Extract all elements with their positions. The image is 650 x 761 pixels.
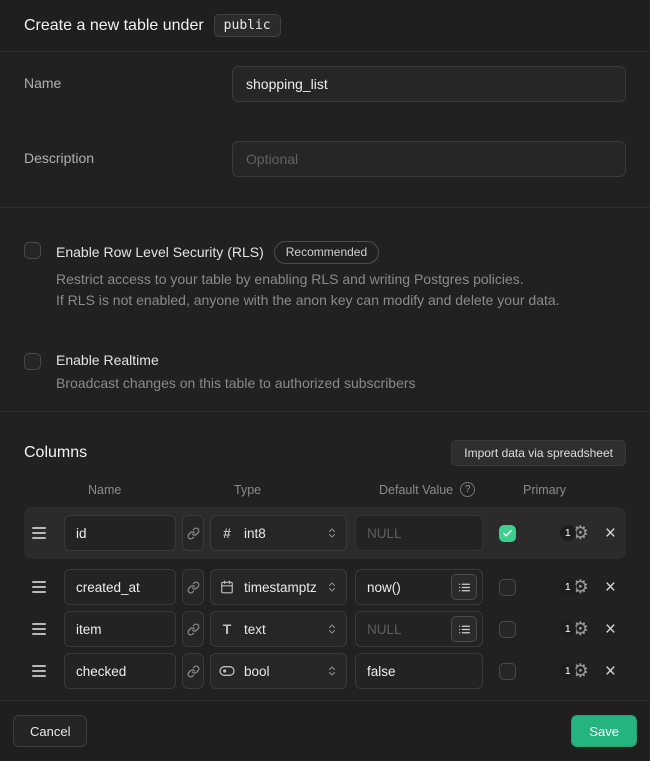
rls-checkbox[interactable] (24, 242, 41, 259)
schema-badge: public (214, 14, 281, 37)
dialog-header: Create a new table under public (0, 0, 650, 52)
drag-handle-icon[interactable] (32, 581, 46, 593)
rls-description: Restrict access to your table by enablin… (56, 269, 560, 311)
column-row-checked: bool 1 ⚙ × (24, 653, 626, 689)
primary-checkbox[interactable] (499, 663, 516, 680)
columns-section: Columns Import data via spreadsheet Name… (0, 412, 650, 701)
column-row-created-at: timestamptz 1 ⚙ × (24, 569, 626, 605)
settings-count-badge: 1 (560, 621, 576, 637)
primary-checkbox[interactable] (499, 525, 516, 542)
column-settings-button[interactable]: 1 ⚙ (560, 662, 589, 681)
default-value-field (355, 611, 483, 647)
settings-count-badge: 1 (560, 663, 576, 679)
realtime-checkbox[interactable] (24, 353, 41, 370)
settings-count-badge: 1 (560, 525, 576, 541)
column-settings-button[interactable]: 1 ⚙ (560, 578, 589, 597)
cancel-button[interactable]: Cancel (13, 715, 87, 747)
chevron-up-down-icon (326, 526, 338, 540)
header-default: Default Value ? (379, 482, 523, 497)
column-settings-button[interactable]: 1 ⚙ (560, 620, 589, 639)
primary-checkbox[interactable] (499, 579, 516, 596)
column-settings-button[interactable]: 1 ⚙ (560, 524, 589, 543)
column-type-select[interactable]: # int8 (210, 515, 347, 551)
default-value-input[interactable] (367, 622, 451, 637)
create-table-dialog: Create a new table under public Name Des… (0, 0, 650, 761)
save-button[interactable]: Save (571, 715, 637, 747)
hash-icon: # (219, 525, 235, 541)
import-spreadsheet-button[interactable]: Import data via spreadsheet (451, 440, 626, 466)
column-name-input[interactable] (64, 653, 176, 689)
remove-column-icon[interactable]: × (603, 620, 618, 639)
basic-info-section: Name Description (0, 52, 650, 208)
table-name-input[interactable] (232, 66, 626, 102)
foreign-key-link-icon[interactable] (182, 569, 204, 605)
drag-handle-icon[interactable] (32, 665, 46, 677)
drag-handle-icon[interactable] (32, 527, 46, 539)
column-name-input[interactable] (64, 515, 176, 551)
column-row-item: T text 1 ⚙ (24, 611, 626, 647)
dialog-footer: Cancel Save (0, 701, 650, 761)
chevron-up-down-icon (326, 664, 338, 678)
column-type-select[interactable]: bool (210, 653, 347, 689)
chevron-up-down-icon (326, 580, 338, 594)
realtime-label: Enable Realtime (56, 352, 159, 368)
default-options-menu-icon[interactable] (451, 574, 477, 600)
default-value-field (355, 569, 483, 605)
calendar-icon (219, 580, 235, 594)
foreign-key-link-icon[interactable] (182, 515, 204, 551)
rls-toggle-block: Enable Row Level Security (RLS) Recommen… (24, 241, 626, 311)
table-description-input[interactable] (232, 141, 626, 177)
remove-column-icon[interactable]: × (603, 524, 618, 543)
recommended-badge: Recommended (274, 241, 379, 264)
description-row: Description (24, 141, 626, 177)
name-label: Name (24, 66, 232, 91)
realtime-description: Broadcast changes on this table to autho… (56, 373, 416, 394)
columns-grid-headers: Name Type Default Value ? Primary (24, 482, 626, 497)
default-value-field (355, 653, 483, 689)
foreign-key-link-icon[interactable] (182, 653, 204, 689)
toggle-icon (219, 665, 235, 677)
column-type-select[interactable]: T text (210, 611, 347, 647)
dialog-title: Create a new table under (24, 17, 204, 35)
columns-title: Columns (24, 444, 87, 462)
default-value-input[interactable] (367, 526, 477, 541)
name-row: Name (24, 66, 626, 102)
default-options-menu-icon[interactable] (451, 616, 477, 642)
column-name-input[interactable] (64, 569, 176, 605)
realtime-texts: Enable Realtime Broadcast changes on thi… (56, 352, 416, 394)
realtime-toggle-block: Enable Realtime Broadcast changes on thi… (24, 352, 626, 394)
column-name-input[interactable] (64, 611, 176, 647)
remove-column-icon[interactable]: × (603, 578, 618, 597)
settings-count-badge: 1 (560, 579, 576, 595)
rls-label: Enable Row Level Security (RLS) (56, 244, 264, 260)
default-value-input[interactable] (367, 664, 477, 679)
default-value-input[interactable] (367, 580, 451, 595)
column-row-id: # int8 1 ⚙ × (24, 507, 626, 559)
remove-column-icon[interactable]: × (603, 662, 618, 681)
header-primary: Primary (523, 483, 626, 497)
column-type-select[interactable]: timestamptz (210, 569, 347, 605)
description-label: Description (24, 141, 232, 166)
default-value-field (355, 515, 483, 551)
rls-texts: Enable Row Level Security (RLS) Recommen… (56, 241, 560, 311)
text-type-icon: T (219, 621, 235, 637)
header-type: Type (234, 483, 379, 497)
primary-checkbox[interactable] (499, 621, 516, 638)
header-name: Name (88, 483, 234, 497)
help-icon[interactable]: ? (460, 482, 475, 497)
toggles-section: Enable Row Level Security (RLS) Recommen… (0, 208, 650, 412)
chevron-up-down-icon (326, 622, 338, 636)
drag-handle-icon[interactable] (32, 623, 46, 635)
foreign-key-link-icon[interactable] (182, 611, 204, 647)
